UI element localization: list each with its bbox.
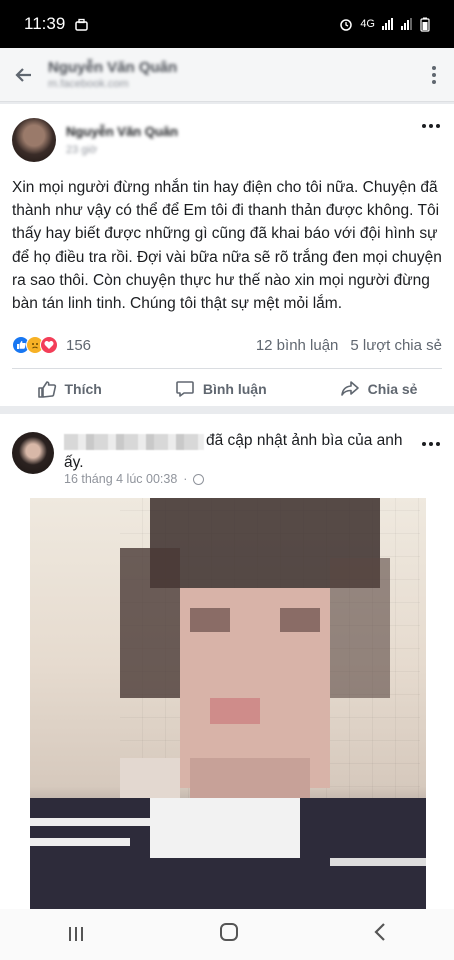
- system-icons: 4G: [339, 17, 430, 32]
- system-nav-bar: [0, 909, 454, 960]
- love-reaction-icon: [40, 336, 58, 354]
- back-button[interactable]: [0, 48, 48, 102]
- back-arrow-icon: [15, 67, 31, 82]
- thumbs-up-icon: [37, 381, 56, 398]
- post-author[interactable]: Nguyễn Văn Quân: [66, 124, 178, 139]
- post-time[interactable]: 16 tháng 4 lúc 00:38 ·: [64, 472, 205, 486]
- app-header: Nguyễn Văn Quân m.facebook.com: [0, 48, 454, 102]
- comment-icon: [176, 381, 194, 397]
- headline-text: đã cập nhật ảnh bìa của anh ấy.: [64, 432, 403, 471]
- recent-apps-button[interactable]: [67, 922, 85, 948]
- post-time[interactable]: 23 giờ: [66, 144, 97, 156]
- signal-icon-2: [401, 18, 413, 30]
- like-button[interactable]: Thích: [37, 379, 102, 399]
- cover-photo[interactable]: [30, 498, 426, 910]
- like-label: Thích: [64, 381, 102, 397]
- avatar[interactable]: [12, 118, 56, 162]
- post-time-text: 16 tháng 4 lúc 00:38: [64, 472, 178, 486]
- back-nav-button[interactable]: [373, 922, 387, 948]
- status-bar: 11:39 4G: [0, 0, 454, 48]
- globe-icon: [193, 473, 205, 485]
- home-button[interactable]: [219, 922, 239, 948]
- briefcase-icon: [75, 18, 89, 31]
- share-label: Chia sẻ: [367, 381, 418, 397]
- notification-icons: [75, 18, 89, 31]
- shares-count[interactable]: 5 lượt chia sẻ: [350, 337, 442, 354]
- recent-apps-icon: [69, 926, 83, 941]
- avatar[interactable]: [12, 432, 54, 474]
- post-status: Nguyễn Văn Quân 23 giờ Xin mọi người đừn…: [0, 104, 454, 406]
- post-cover-photo: đã cập nhật ảnh bìa của anh ấy. 16 tháng…: [0, 414, 454, 910]
- share-button[interactable]: Chia sẻ: [340, 379, 418, 399]
- post-options-button[interactable]: [422, 124, 440, 128]
- post-options-button[interactable]: [422, 442, 440, 446]
- post-headline: đã cập nhật ảnh bìa của anh ấy.: [64, 430, 404, 474]
- alarm-icon: [340, 19, 353, 31]
- reactions-summary[interactable]: 156: [12, 336, 91, 354]
- network-type: 4G: [360, 18, 375, 30]
- post-text: Xin mọi người đừng nhắn tin hay điện cho…: [12, 179, 442, 313]
- signal-icon: [382, 18, 394, 30]
- battery-icon: [420, 17, 430, 32]
- comments-count[interactable]: 12 bình luận: [256, 337, 339, 354]
- status-time: 11:39: [24, 14, 66, 33]
- chevron-left-icon: [374, 922, 385, 941]
- header-subtitle: m.facebook.com: [48, 78, 129, 90]
- home-icon: [220, 922, 238, 941]
- share-icon: [340, 381, 359, 396]
- header-menu-button[interactable]: [414, 55, 454, 95]
- comment-label: Bình luận: [202, 381, 267, 397]
- comment-button[interactable]: Bình luận: [175, 379, 267, 399]
- post-actions: Thích Bình luận Chia sẻ: [0, 372, 454, 406]
- reaction-count: 156: [66, 336, 92, 354]
- header-title: Nguyễn Văn Quân: [48, 59, 178, 76]
- divider: [12, 368, 442, 369]
